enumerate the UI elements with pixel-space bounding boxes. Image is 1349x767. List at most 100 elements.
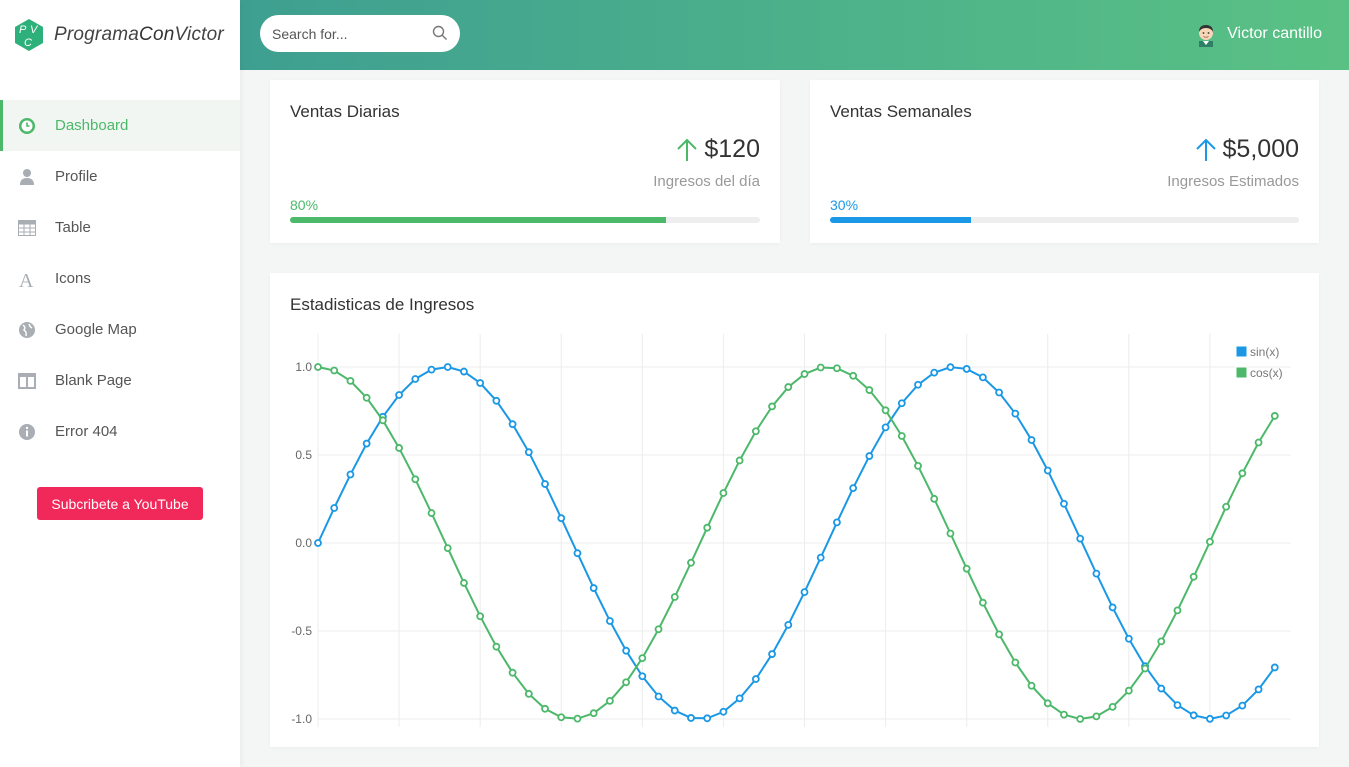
data-point: [1092, 569, 1101, 578]
data-point: [1060, 499, 1068, 508]
data-point: [443, 363, 452, 371]
data-point: [703, 714, 712, 723]
data-point: [833, 364, 841, 373]
data-point: [735, 694, 744, 703]
data-point: [768, 402, 776, 411]
user-name: Victor cantillo: [1227, 25, 1322, 42]
data-point: [492, 396, 501, 405]
search-icon[interactable]: [432, 25, 448, 41]
data-point: [346, 377, 355, 385]
data-point: [508, 668, 517, 677]
data-point: [1027, 436, 1036, 444]
data-point: [995, 388, 1003, 397]
data-point: [962, 365, 971, 373]
data-point: [897, 432, 906, 440]
user-menu[interactable]: Victor cantillo: [1193, 21, 1322, 47]
sidebar-item-table[interactable]: Table: [0, 202, 240, 253]
data-point: [865, 386, 874, 394]
sidebar-item-blank-page[interactable]: Blank Page: [0, 355, 240, 406]
sidebar-item-label: Error 404: [55, 423, 118, 440]
sidebar-nav: Dashboard Profile Table A Icons Google M…: [0, 100, 240, 457]
data-point: [881, 406, 890, 415]
data-point: [573, 714, 582, 723]
data-point: [881, 423, 890, 432]
legend-label: sin(x): [1250, 345, 1279, 359]
brand-logo[interactable]: P V C ProgramaConVictor: [0, 0, 240, 70]
progress-percent: 80%: [290, 197, 319, 213]
avatar-icon: [1199, 25, 1214, 47]
data-point: [914, 380, 922, 389]
data-point: [751, 675, 760, 683]
sidebar-item-google-map[interactable]: Google Map: [0, 304, 240, 355]
card-title: Ventas Diarias: [290, 102, 400, 121]
sidebar-item-profile[interactable]: Profile: [0, 151, 240, 202]
data-point: [378, 416, 387, 425]
data-point: [719, 707, 728, 716]
data-point: [978, 598, 987, 607]
svg-text:A: A: [19, 270, 34, 288]
data-point: [330, 366, 339, 375]
arrow-up-icon: [1195, 138, 1216, 161]
data-point: [784, 383, 793, 391]
y-tick-label: 0.0: [295, 536, 312, 550]
sidebar-item-label: Dashboard: [55, 117, 129, 134]
data-point: [897, 399, 906, 408]
data-point: [1076, 715, 1085, 723]
data-point: [573, 549, 582, 558]
data-point: [784, 620, 793, 629]
sidebar-item-error-404[interactable]: Error 404: [0, 406, 240, 457]
data-point: [314, 363, 322, 371]
data-point: [930, 494, 939, 503]
data-point: [735, 456, 744, 465]
sidebar-item-label: Google Map: [55, 321, 137, 338]
card-title: Ventas Semanales: [830, 102, 972, 121]
legend-swatch: [1235, 366, 1248, 379]
data-point: [411, 475, 420, 484]
data-point: [1157, 637, 1166, 646]
data-point: [719, 489, 728, 497]
data-point: [541, 704, 549, 713]
data-point: [670, 706, 679, 715]
font-icon: A: [18, 270, 36, 288]
data-point: [962, 564, 971, 573]
data-point: [1173, 606, 1182, 615]
sidebar-item-dashboard[interactable]: Dashboard: [0, 100, 240, 151]
subscribe-youtube-button[interactable]: Subcribete a YouTube: [37, 487, 203, 520]
stat-subtitle: Ingresos Estimados: [1167, 173, 1299, 190]
data-point: [978, 373, 987, 382]
data-point: [1270, 412, 1279, 420]
stat-row: $5,000: [1195, 135, 1299, 164]
data-point: [492, 642, 501, 651]
y-tick-label: 0.5: [295, 448, 312, 462]
data-point: [1189, 572, 1198, 581]
data-point: [800, 370, 809, 378]
progress-bar: [830, 217, 1299, 223]
data-point: [1124, 634, 1133, 643]
data-point: [557, 713, 566, 722]
data-point: [589, 709, 598, 718]
columns-icon: [18, 372, 36, 390]
data-point: [508, 420, 517, 429]
sidebar-item-label: Profile: [55, 168, 98, 185]
search-input[interactable]: [272, 25, 422, 42]
data-point: [1189, 711, 1198, 720]
data-point: [1141, 664, 1149, 673]
y-tick-label: -1.0: [291, 712, 312, 726]
table-icon: [18, 219, 36, 237]
data-point: [914, 462, 922, 470]
sidebar: P V C ProgramaConVictor Dashboard Profil…: [0, 0, 240, 767]
data-point: [330, 504, 339, 512]
data-point: [1238, 701, 1247, 710]
weekly-sales-card: Ventas Semanales $5,000 Ingresos Estimad…: [810, 80, 1319, 243]
data-point: [1157, 684, 1166, 693]
search-box: [260, 15, 460, 52]
data-point: [833, 518, 841, 527]
data-point: [346, 470, 355, 479]
y-tick-label: 1.0: [295, 360, 312, 374]
sidebar-item-icons[interactable]: A Icons: [0, 253, 240, 304]
data-point: [1254, 438, 1263, 447]
top-header: Victor cantillo: [240, 0, 1349, 70]
data-point: [314, 539, 322, 547]
legend-label: cos(x): [1250, 366, 1283, 380]
data-point: [946, 529, 955, 538]
